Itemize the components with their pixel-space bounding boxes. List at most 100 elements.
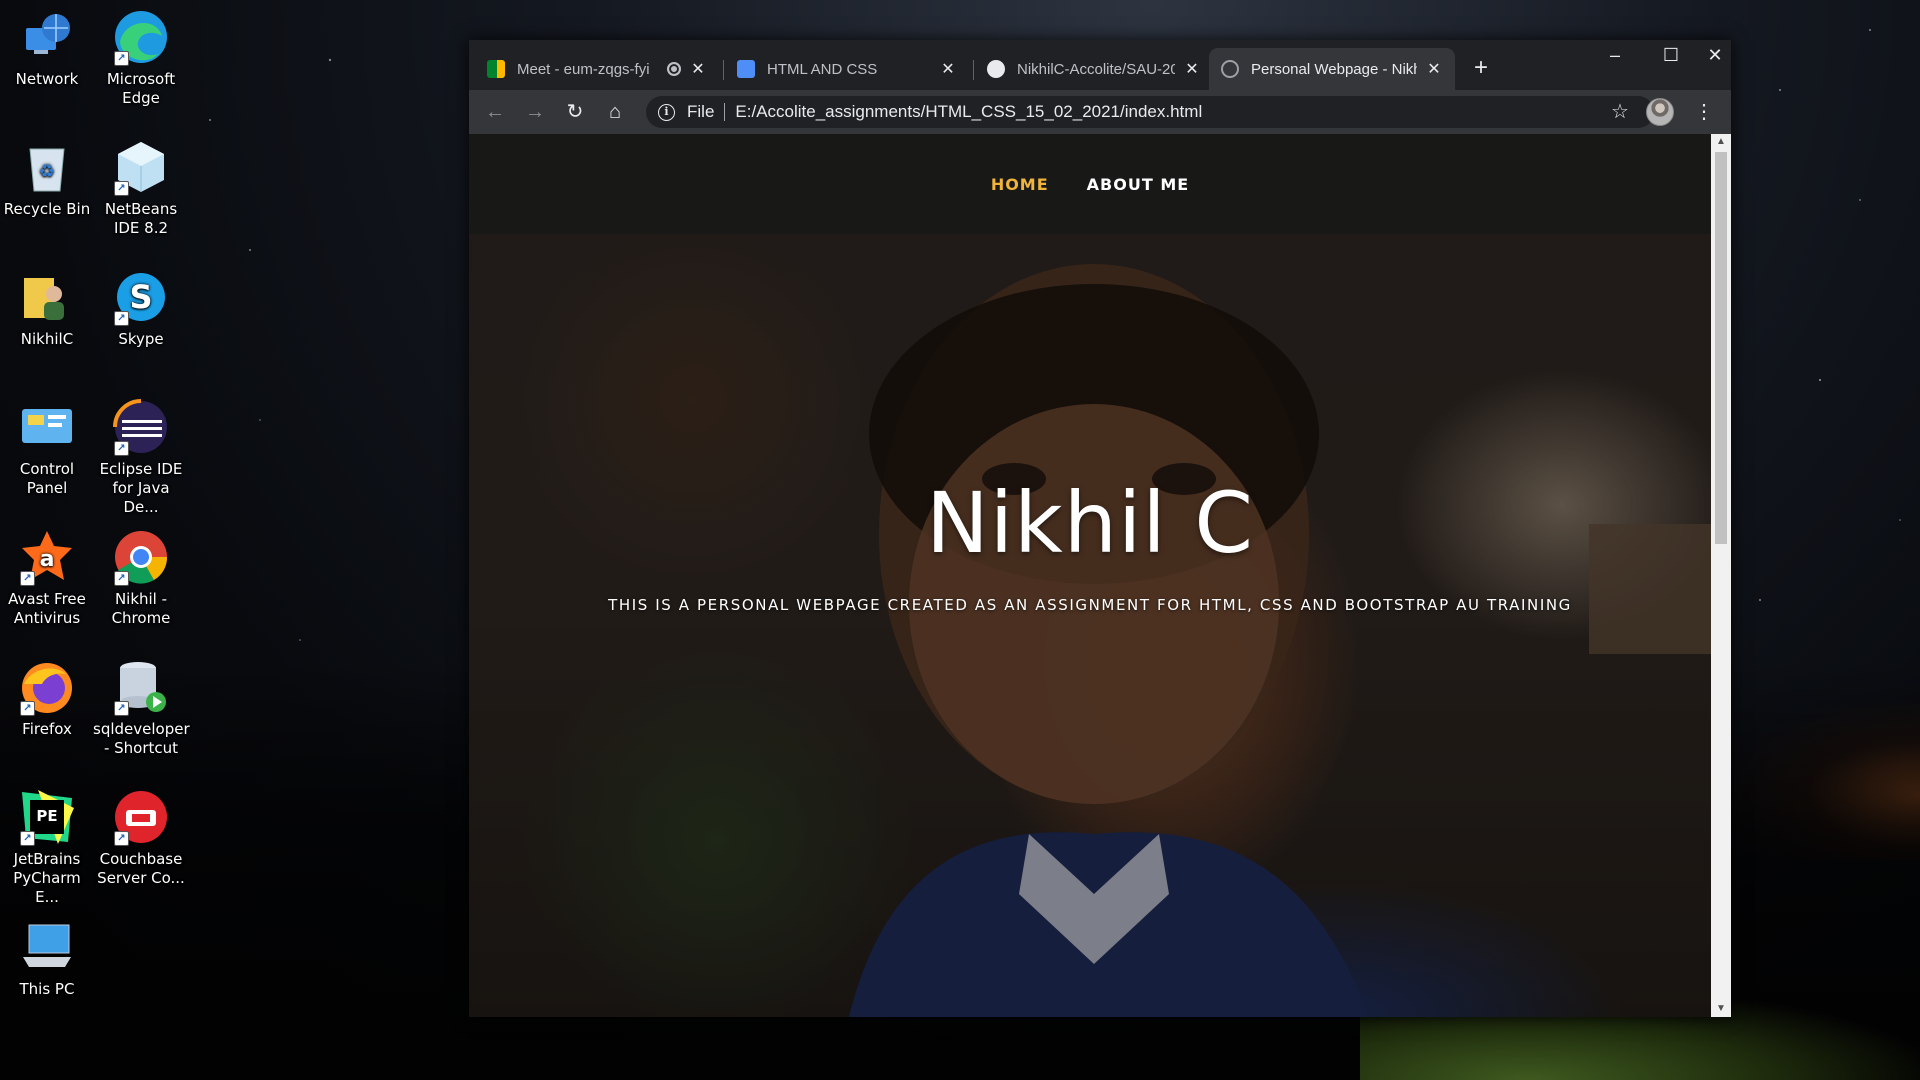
desktop-icon-pycharm[interactable]: PE ↗ JetBrains PyCharm E... (0, 788, 95, 907)
network-icon (18, 8, 76, 66)
page-scrollbar[interactable]: ▲ ▼ (1711, 134, 1731, 1017)
desktop-icon-this-pc[interactable]: This PC (0, 918, 95, 999)
tab-title: HTML AND CSS (767, 60, 878, 78)
shortcut-arrow-icon: ↗ (114, 51, 129, 66)
desktop-icon-sqldeveloper[interactable]: ↗ sqldeveloper - Shortcut (93, 658, 190, 758)
tab-title: NikhilC-Accolite/SAU-2021 (1017, 60, 1175, 78)
browser-window: Meet - eum-zqgs-fyi ✕ HTML AND CSS ✕ Nik… (469, 40, 1731, 1017)
desktop-icon-label: Eclipse IDE for Java De... (99, 460, 183, 516)
address-bar[interactable]: i File E:/Accolite_assignments/HTML_CSS_… (646, 96, 1654, 128)
couchbase-icon: ↗ (112, 788, 170, 846)
netbeans-icon: ↗ (112, 138, 170, 196)
desktop-icon-label: NikhilC (20, 330, 74, 348)
control-panel-icon (18, 398, 76, 456)
avast-icon: a ↗ (18, 528, 76, 586)
desktop-icon-label: Couchbase Server Co... (97, 850, 185, 887)
chrome-icon: ↗ (112, 528, 170, 586)
desktop-icon-control-panel[interactable]: Control Panel (0, 398, 95, 498)
desktop-icon-label: Skype (118, 330, 164, 348)
scrollbar-thumb[interactable] (1715, 152, 1727, 544)
globe-icon (1221, 60, 1239, 78)
shortcut-arrow-icon: ↗ (114, 311, 129, 326)
firefox-icon: ↗ (18, 658, 76, 716)
scroll-down-icon[interactable]: ▼ (1711, 1001, 1731, 1017)
desktop-icon-avast[interactable]: a ↗ Avast Free Antivirus (0, 528, 95, 628)
site-navbar: HOME ABOUT ME (469, 134, 1711, 234)
eclipse-icon: ↗ (112, 398, 170, 456)
forward-button[interactable]: → (519, 96, 551, 128)
desktop-icon-label: Control Panel (19, 460, 75, 497)
shortcut-arrow-icon: ↗ (114, 571, 129, 586)
site-info-icon[interactable]: i (658, 103, 675, 121)
desktop-icon-label: Network (15, 70, 79, 88)
close-tab-icon[interactable]: ✕ (1183, 59, 1201, 79)
this-pc-icon (18, 918, 76, 976)
desktop-icon-network[interactable]: Network (0, 8, 95, 89)
shortcut-arrow-icon: ↗ (114, 441, 129, 456)
tab-title: Meet - eum-zqgs-fyi (517, 60, 650, 78)
address-url: E:/Accolite_assignments/HTML_CSS_15_02_2… (735, 102, 1203, 121)
tab-separator (973, 60, 974, 80)
shortcut-arrow-icon: ↗ (114, 831, 129, 846)
svg-text:S: S (129, 278, 152, 316)
recording-indicator-icon (667, 62, 681, 76)
minimize-button[interactable]: – (1587, 40, 1643, 72)
google-classroom-icon (737, 60, 755, 78)
desktop-icon-eclipse[interactable]: ↗ Eclipse IDE for Java De... (93, 398, 189, 517)
tab-google-meet[interactable]: Meet - eum-zqgs-fyi ✕ (475, 48, 719, 90)
github-icon (987, 60, 1005, 78)
desktop-icon-nikhilc[interactable]: NikhilC (0, 268, 95, 349)
bookmark-star-icon[interactable]: ☆ (1604, 96, 1636, 128)
back-button[interactable]: ← (479, 96, 511, 128)
shortcut-arrow-icon: ↗ (20, 571, 35, 586)
tab-strip: Meet - eum-zqgs-fyi ✕ HTML AND CSS ✕ Nik… (469, 40, 1731, 90)
home-button[interactable]: ⌂ (599, 96, 631, 128)
desktop-icon-label: sqldeveloper - Shortcut (93, 720, 190, 757)
desktop-icon-label: Nikhil - Chrome (111, 590, 171, 627)
shortcut-arrow-icon: ↗ (114, 701, 129, 716)
address-scheme: File (687, 102, 715, 121)
tab-title: Personal Webpage - Nikhil C (1251, 60, 1417, 78)
desktop-icon-recycle-bin[interactable]: ♻ Recycle Bin (0, 138, 95, 219)
nav-about-link[interactable]: ABOUT ME (1087, 175, 1190, 194)
new-tab-button[interactable]: + (1466, 54, 1496, 84)
tab-github[interactable]: NikhilC-Accolite/SAU-2021 ✕ (975, 48, 1213, 90)
desktop-icon-chrome[interactable]: ↗ Nikhil - Chrome (93, 528, 189, 628)
browser-menu-icon[interactable]: ⋮ (1688, 96, 1720, 128)
svg-text:PE: PE (36, 807, 57, 825)
desktop-icon-label: NetBeans IDE 8.2 (104, 200, 178, 237)
nav-home-link[interactable]: HOME (991, 175, 1049, 194)
scroll-up-icon[interactable]: ▲ (1711, 134, 1731, 150)
skype-icon: S ↗ (112, 268, 170, 326)
desktop-icon-couchbase[interactable]: ↗ Couchbase Server Co... (93, 788, 189, 888)
maximize-button[interactable]: ☐ (1643, 40, 1699, 72)
page-viewport: HOME ABOUT ME Nikhil C THIS IS A PERSONA… (469, 134, 1711, 1017)
close-tab-icon[interactable]: ✕ (939, 59, 957, 79)
hero-title: Nikhil C (925, 474, 1255, 572)
close-tab-icon[interactable]: ✕ (689, 59, 707, 79)
google-meet-icon (487, 60, 505, 78)
tab-html-and-css[interactable]: HTML AND CSS ✕ (725, 48, 969, 90)
desktop-icon-skype[interactable]: S ↗ Skype (93, 268, 189, 349)
svg-text:a: a (40, 547, 55, 572)
user-folder-icon (18, 268, 76, 326)
close-window-button[interactable]: ✕ (1699, 40, 1731, 72)
sqldeveloper-icon: ↗ (112, 658, 170, 716)
desktop-icon-firefox[interactable]: ↗ Firefox (0, 658, 95, 739)
desktop-icon-netbeans[interactable]: ↗ NetBeans IDE 8.2 (93, 138, 189, 238)
desktop-icon-label: Microsoft Edge (106, 70, 176, 107)
tab-separator (723, 60, 724, 80)
shortcut-arrow-icon: ↗ (114, 181, 129, 196)
desktop-icon-label: This PC (19, 980, 75, 998)
desktop-icon-edge[interactable]: ↗ Microsoft Edge (93, 8, 189, 108)
reload-button[interactable]: ↻ (559, 96, 591, 128)
edge-icon: ↗ (112, 8, 170, 66)
profile-avatar[interactable] (1646, 98, 1674, 126)
close-tab-icon[interactable]: ✕ (1425, 59, 1443, 79)
tab-personal-webpage[interactable]: Personal Webpage - Nikhil C ✕ (1209, 48, 1455, 90)
address-divider (724, 103, 726, 121)
desktop-icon-label: Firefox (22, 720, 72, 738)
recycle-bin-icon: ♻ (18, 138, 76, 196)
desktop-icon-label: Recycle Bin (3, 200, 91, 218)
svg-text:♻: ♻ (39, 161, 55, 182)
